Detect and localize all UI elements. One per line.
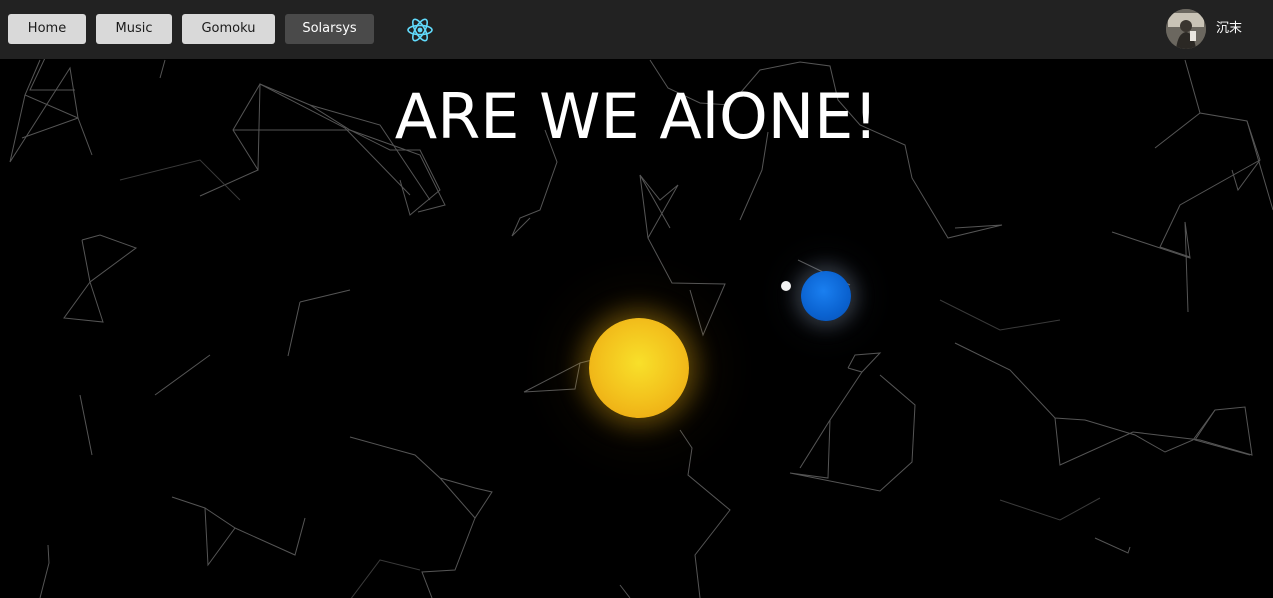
user-avatar[interactable] — [1166, 9, 1206, 49]
headline: ARE WE AlONE! — [394, 80, 879, 153]
username[interactable]: 沉末 — [1216, 21, 1242, 37]
top-navbar: Home Music Gomoku Solarsys 沉末 — [0, 0, 1273, 59]
moon — [781, 281, 791, 291]
solar-system-stage: ARE WE AlONE! — [0, 59, 1273, 598]
nav-home-button[interactable]: Home — [8, 14, 86, 44]
earth — [801, 271, 851, 321]
sun — [589, 318, 689, 418]
nav-music-button[interactable]: Music — [96, 14, 172, 44]
react-icon[interactable] — [406, 16, 434, 44]
nav-solarsys-button[interactable]: Solarsys — [285, 14, 374, 44]
nav-gomoku-button[interactable]: Gomoku — [182, 14, 275, 44]
